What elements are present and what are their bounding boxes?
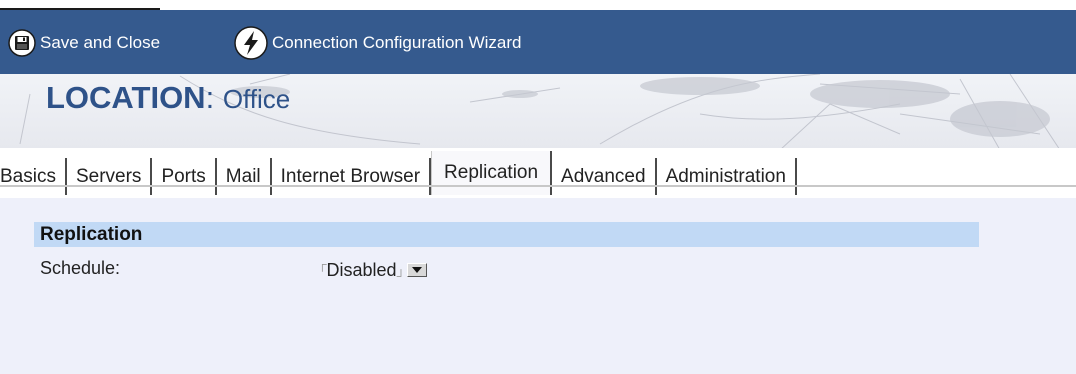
floppy-disk-icon [8,29,36,57]
tab-strip: Basics Servers Ports Mail Internet Brows… [0,148,1076,198]
section-header-replication: Replication [34,222,979,247]
tab-list: Basics Servers Ports Mail Internet Brows… [0,151,797,195]
schedule-label: Schedule: [40,258,121,278]
schedule-value[interactable]: Disabled [327,260,397,281]
top-strip [0,0,1076,10]
connection-configuration-wizard-button[interactable]: Connection Configuration Wizard [234,26,522,60]
save-and-close-label: Save and Close [40,33,161,52]
page-title-separator: : [205,80,215,115]
schedule-field[interactable]: ┌ Disabled ┘ [318,256,428,284]
tab-basics[interactable]: Basics [0,158,67,195]
page-title-name: Office [222,84,291,114]
tab-servers[interactable]: Servers [66,158,153,195]
dropdown-arrow-icon [412,267,423,273]
page-title: LOCATION: Office [46,80,290,116]
schedule-dropdown-button[interactable] [407,263,428,277]
location-banner: LOCATION: Office [0,74,1076,150]
tab-administration[interactable]: Administration [656,158,797,195]
connection-configuration-wizard-label: Connection Configuration Wizard [272,33,522,52]
tab-mail[interactable]: Mail [216,158,272,195]
page-title-prefix: LOCATION [46,80,206,115]
tab-ports[interactable]: Ports [152,158,217,195]
tab-advanced[interactable]: Advanced [552,158,657,195]
field-close-bracket-icon: ┘ [396,269,406,283]
lightning-bolt-icon [234,26,268,60]
field-open-bracket-icon: ┌ [318,257,327,271]
tab-divider [0,185,1076,187]
top-strip-tab [0,0,160,10]
save-and-close-button[interactable]: Save and Close [8,27,160,59]
tab-internet-browser[interactable]: Internet Browser [271,158,432,195]
action-toolbar: Save and Close Connection Configuration … [0,10,1076,74]
tab-replication[interactable]: Replication [431,151,553,195]
